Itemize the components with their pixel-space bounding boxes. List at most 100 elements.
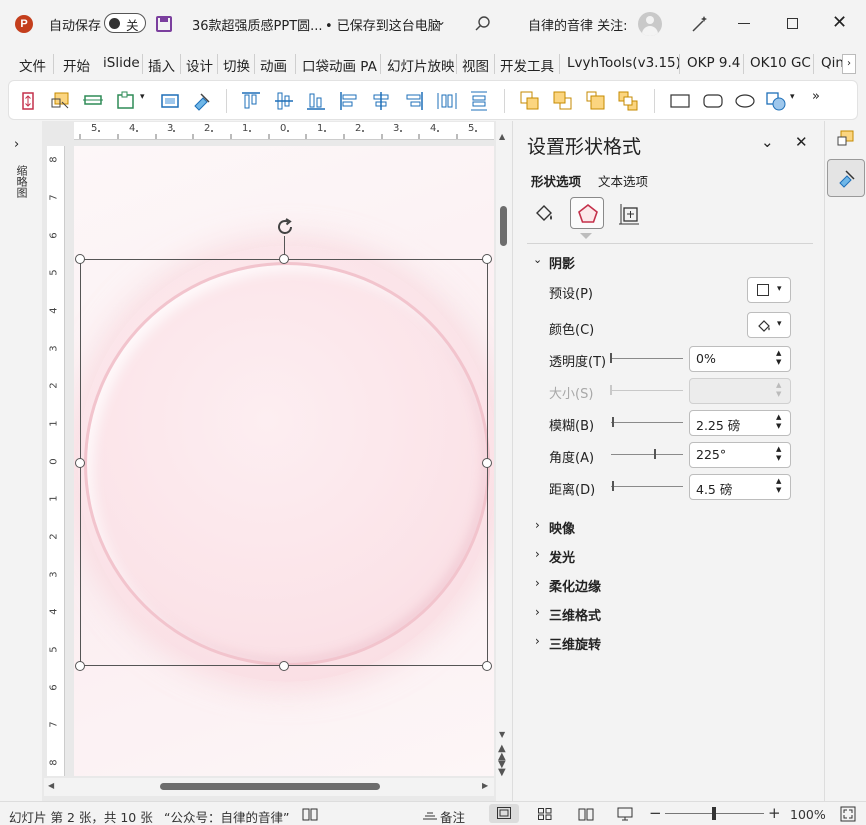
tab-qin[interactable]: Qin: [821, 55, 844, 71]
select-pane-icon[interactable]: [836, 129, 856, 149]
resize-handle[interactable]: [279, 661, 289, 671]
align-shapes-icon[interactable]: [82, 90, 104, 112]
fill-line-icon[interactable]: [531, 201, 557, 227]
scroll-down-icon[interactable]: ▼: [499, 730, 505, 739]
transparency-slider[interactable]: [611, 358, 683, 359]
horizontal-scrollbar[interactable]: ◀ ▶: [44, 778, 494, 796]
size-properties-icon[interactable]: [617, 201, 643, 227]
close-pane-button[interactable]: ✕: [795, 133, 808, 151]
minimize-button[interactable]: [738, 23, 750, 24]
resize-handle[interactable]: [482, 254, 492, 264]
send-to-back-icon[interactable]: [617, 90, 639, 112]
soft-edges-section[interactable]: 柔化边缘: [549, 576, 601, 595]
distance-slider[interactable]: [611, 486, 683, 487]
distribute-horizontal-icon[interactable]: [436, 90, 458, 112]
collapsed-chevron-icon[interactable]: ›: [535, 605, 540, 619]
tab-view[interactable]: 视图: [462, 55, 489, 75]
align-top-icon[interactable]: [240, 90, 262, 112]
collapsed-chevron-icon[interactable]: ›: [535, 576, 540, 590]
slider-thumb[interactable]: [612, 481, 614, 491]
normal-view-button[interactable]: [489, 804, 519, 823]
resize-handle[interactable]: [279, 254, 289, 264]
scroll-up-icon[interactable]: ▲: [499, 132, 505, 141]
expanded-chevron-icon[interactable]: ⌄: [533, 253, 542, 266]
accessibility-book-icon[interactable]: [302, 807, 318, 821]
align-middle-icon[interactable]: [273, 90, 295, 112]
designer-wand-icon[interactable]: [690, 14, 710, 34]
frame-shape-icon[interactable]: [159, 90, 181, 112]
tab-transitions[interactable]: 切换: [223, 55, 250, 75]
shapes-gallery-icon[interactable]: [765, 90, 787, 112]
zoom-slider-thumb[interactable]: [712, 807, 716, 820]
chevron-down-icon[interactable]: ⌄: [436, 14, 446, 28]
search-icon[interactable]: [474, 15, 492, 33]
spinner-icon[interactable]: ▲ ▼: [776, 413, 786, 433]
tab-text-options[interactable]: 文本选项: [598, 171, 648, 190]
shadow-color-dropdown[interactable]: ▾: [747, 312, 791, 338]
format-painter-icon[interactable]: [191, 90, 213, 112]
resize-shape-icon[interactable]: [17, 90, 39, 112]
reading-view-icon[interactable]: [578, 807, 594, 821]
effects-tab[interactable]: [570, 197, 604, 229]
angle-slider[interactable]: [611, 454, 683, 455]
slider-thumb[interactable]: [654, 449, 656, 459]
scroll-left-icon[interactable]: ◀: [48, 781, 54, 790]
distance-input[interactable]: 4.5 磅 ▲ ▼: [689, 474, 791, 500]
resize-handle[interactable]: [75, 661, 85, 671]
resize-handle[interactable]: [482, 458, 492, 468]
fit-to-window-icon[interactable]: [840, 806, 856, 822]
scroll-tabs-button[interactable]: ›: [842, 54, 856, 74]
rounded-rectangle-icon[interactable]: [702, 90, 724, 112]
more-options-icon[interactable]: »: [812, 89, 820, 104]
spinner-icon[interactable]: ▲ ▼: [776, 477, 786, 497]
collapsed-chevron-icon[interactable]: ›: [535, 634, 540, 648]
rectangle-shape-icon[interactable]: [669, 90, 691, 112]
tab-shape-options[interactable]: 形状选项: [531, 171, 581, 190]
scroll-thumb[interactable]: [160, 783, 380, 790]
group-shapes-icon[interactable]: [115, 90, 137, 112]
rotate-handle-icon[interactable]: [274, 216, 296, 238]
tab-insert[interactable]: 插入: [148, 55, 175, 75]
tab-okp[interactable]: OKP 9.4: [687, 55, 740, 71]
blur-slider[interactable]: [611, 422, 683, 423]
thumbnails-label[interactable]: 缩略图: [13, 165, 28, 198]
next-slide-icon[interactable]: ▼ ▼: [498, 760, 506, 778]
zoom-in-button[interactable]: +: [768, 804, 781, 822]
pane-options-icon[interactable]: ⌄: [761, 133, 774, 151]
autosave-toggle[interactable]: 关: [104, 13, 146, 33]
slide-sorter-icon[interactable]: [538, 808, 552, 820]
maximize-button[interactable]: [787, 18, 798, 29]
expand-thumbnails-icon[interactable]: ›: [14, 137, 19, 152]
tab-animations[interactable]: 动画: [260, 55, 287, 75]
avatar[interactable]: [638, 12, 662, 36]
resize-handle[interactable]: [75, 254, 85, 264]
resize-handle[interactable]: [75, 458, 85, 468]
tab-slideshow[interactable]: 幻灯片放映: [387, 55, 455, 75]
powerpoint-logo-icon[interactable]: P: [15, 15, 33, 33]
save-status[interactable]: • 已保存到这台电脑: [325, 15, 441, 34]
slideshow-icon[interactable]: [617, 807, 633, 821]
scroll-right-icon[interactable]: ▶: [482, 781, 488, 790]
collapsed-chevron-icon[interactable]: ›: [535, 518, 540, 532]
align-right-icon[interactable]: [403, 90, 425, 112]
format-pane-button[interactable]: [827, 159, 865, 197]
ellipse-shape-icon[interactable]: [734, 90, 756, 112]
blur-input[interactable]: 2.25 磅 ▲ ▼: [689, 410, 791, 436]
spinner-icon[interactable]: ▲ ▼: [776, 349, 786, 369]
tab-islide[interactable]: iSlide: [103, 55, 140, 71]
tab-file[interactable]: 文件: [19, 55, 46, 75]
slide-counter[interactable]: 幻灯片 第 2 张，共 10 张: [9, 807, 153, 825]
close-button[interactable]: ✕: [832, 13, 847, 33]
send-backward-icon[interactable]: [552, 90, 574, 112]
notes-button[interactable]: 备注: [440, 807, 465, 825]
3d-rotation-section[interactable]: 三维旋转: [549, 634, 601, 653]
distribute-vertical-icon[interactable]: [468, 90, 490, 112]
resize-handle[interactable]: [482, 661, 492, 671]
align-center-icon[interactable]: [370, 90, 392, 112]
3d-format-section[interactable]: 三维格式: [549, 605, 601, 624]
document-title[interactable]: 36款超强质感PPT圆...: [192, 15, 323, 34]
notes-icon[interactable]: [422, 808, 438, 820]
tab-developer[interactable]: 开发工具: [500, 55, 554, 75]
bring-to-front-icon[interactable]: [585, 90, 607, 112]
transparency-input[interactable]: 0% ▲ ▼: [689, 346, 791, 372]
